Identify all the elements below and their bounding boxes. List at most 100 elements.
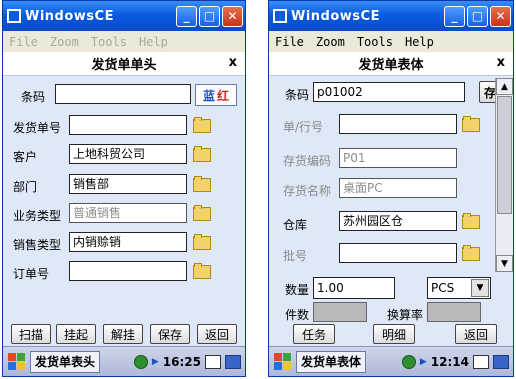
- unit-select-value: PCS: [431, 281, 455, 295]
- vertical-scrollbar[interactable]: ▲ ▼: [495, 78, 513, 272]
- scroll-down-icon[interactable]: ▼: [496, 255, 513, 272]
- menu-zoom[interactable]: Zoom: [50, 35, 79, 49]
- scroll-thumb[interactable]: [497, 96, 512, 214]
- play-icon: ▶: [151, 356, 159, 367]
- minimize-button[interactable]: _: [444, 5, 465, 27]
- action-bar: 扫描 挂起 解挂 保存 返回: [3, 322, 245, 346]
- minimize-button[interactable]: _: [176, 5, 197, 27]
- start-button[interactable]: [8, 352, 26, 371]
- scroll-up-icon[interactable]: ▲: [496, 78, 513, 95]
- barcode-input[interactable]: p01002: [313, 82, 465, 102]
- menu-help[interactable]: Help: [139, 35, 168, 49]
- window-title: WindowsCE: [291, 8, 380, 24]
- close-button[interactable]: ✕: [222, 5, 243, 27]
- field-label: 单/行号: [283, 120, 324, 134]
- field-label: 销售类型: [13, 238, 62, 252]
- close-button[interactable]: ✕: [490, 5, 511, 27]
- detail-button[interactable]: 明细: [373, 324, 415, 344]
- window-left: WindowsCE _ □ ✕ File Zoom Tools Help 发货单…: [2, 0, 246, 377]
- form-body: 条码 蓝 红 发货单号 客户 上地科贸公司 部门 销售部 业务类型 普通销售 销…: [3, 76, 245, 322]
- desktop-icon[interactable]: [493, 354, 509, 369]
- scan-button[interactable]: 扫描: [11, 324, 51, 344]
- rate-label: 换算率: [387, 308, 424, 322]
- start-button[interactable]: [274, 352, 292, 371]
- color-red-label: 红: [217, 88, 230, 103]
- title-bar: WindowsCE _ □ ✕: [3, 1, 245, 31]
- field-label: 订单号: [13, 267, 50, 281]
- desktop-icon[interactable]: [225, 354, 241, 369]
- clock: 12:14: [430, 354, 469, 369]
- form-body: 条码 p01002 存 单/行号 存货编码 P01 存货名称 桌面PC 仓库 苏…: [269, 76, 513, 292]
- title-bar: WindowsCE _ □ ✕: [269, 1, 513, 31]
- taskbar: 发货单表体 ▶ 12:14: [269, 346, 513, 376]
- field-label: 发货单号: [13, 121, 62, 135]
- rate-input: [427, 302, 481, 322]
- task-button[interactable]: 任务: [293, 324, 335, 344]
- menu-help[interactable]: Help: [405, 35, 434, 49]
- back-button[interactable]: 返回: [197, 324, 237, 344]
- item-code-input: P01: [339, 148, 457, 168]
- system-tray: ▶ 12:14: [401, 354, 509, 369]
- folder-icon[interactable]: [193, 234, 211, 250]
- chevron-down-icon[interactable]: ▼: [471, 279, 489, 297]
- maximize-button[interactable]: □: [199, 5, 220, 27]
- folder-icon[interactable]: [462, 116, 480, 132]
- field-label: 存货编码: [283, 154, 332, 168]
- field-label: 客户: [13, 150, 38, 164]
- batch-no-input[interactable]: [339, 243, 457, 263]
- folder-icon[interactable]: [193, 205, 211, 221]
- windows-logo-icon: [273, 9, 287, 23]
- unit-select[interactable]: PCS ▼: [427, 277, 491, 299]
- clock: 16:25: [162, 354, 201, 369]
- folder-icon[interactable]: [193, 146, 211, 162]
- maximize-button[interactable]: □: [467, 5, 488, 27]
- folder-icon[interactable]: [462, 213, 480, 229]
- field-label: 部门: [13, 180, 38, 194]
- customer-input[interactable]: 上地科贸公司: [69, 144, 187, 164]
- barcode-label: 条码: [285, 88, 310, 102]
- folder-icon[interactable]: [193, 263, 211, 279]
- window-title: WindowsCE: [25, 8, 114, 24]
- network-icon[interactable]: [401, 354, 416, 369]
- sales-type-input[interactable]: 内销赊销: [69, 232, 187, 252]
- taskbar: 发货单表头 ▶ 16:25: [3, 346, 245, 376]
- form-close-button[interactable]: x: [229, 55, 237, 70]
- menu-file[interactable]: File: [9, 35, 38, 49]
- hold-button[interactable]: 挂起: [56, 324, 96, 344]
- field-label: 批号: [283, 249, 308, 263]
- release-button[interactable]: 解挂: [103, 324, 143, 344]
- windows-logo-icon: [7, 9, 21, 23]
- color-toggle[interactable]: 蓝 红: [195, 84, 237, 106]
- form-title: 发货单单头: [91, 58, 157, 73]
- warehouse-input[interactable]: 苏州园区仓: [339, 211, 457, 231]
- menu-zoom[interactable]: Zoom: [316, 35, 345, 49]
- network-icon[interactable]: [133, 354, 148, 369]
- taskbar-app-button[interactable]: 发货单表体: [296, 350, 367, 373]
- department-input[interactable]: 销售部: [69, 174, 187, 194]
- quantity-label: 数量: [285, 283, 310, 297]
- menu-file[interactable]: File: [275, 35, 304, 49]
- barcode-input[interactable]: [55, 84, 191, 104]
- keyboard-icon[interactable]: [473, 354, 489, 369]
- menu-bar: File Zoom Tools Help: [3, 31, 245, 52]
- folder-icon[interactable]: [193, 176, 211, 192]
- shipment-no-input[interactable]: [69, 115, 187, 135]
- form-close-button[interactable]: x: [497, 55, 505, 70]
- barcode-label: 条码: [21, 90, 46, 104]
- form-header: 发货单单头 x: [3, 52, 245, 76]
- quantity-panel: 数量 1.00 PCS ▼ 件数 换算率: [269, 276, 513, 324]
- save-button[interactable]: 保存: [150, 324, 190, 344]
- folder-icon[interactable]: [193, 117, 211, 133]
- quantity-input[interactable]: 1.00: [313, 277, 395, 299]
- folder-icon[interactable]: [462, 245, 480, 261]
- menu-tools[interactable]: Tools: [91, 35, 127, 49]
- order-no-input[interactable]: [69, 261, 187, 281]
- taskbar-app-button[interactable]: 发货单表头: [30, 350, 101, 373]
- menu-bar: File Zoom Tools Help: [269, 31, 513, 52]
- line-no-input[interactable]: [339, 114, 457, 134]
- keyboard-icon[interactable]: [205, 354, 221, 369]
- menu-tools[interactable]: Tools: [357, 35, 393, 49]
- business-type-input: 普通销售: [69, 203, 187, 223]
- back-button[interactable]: 返回: [455, 324, 497, 344]
- color-blue-label: 蓝: [202, 88, 215, 103]
